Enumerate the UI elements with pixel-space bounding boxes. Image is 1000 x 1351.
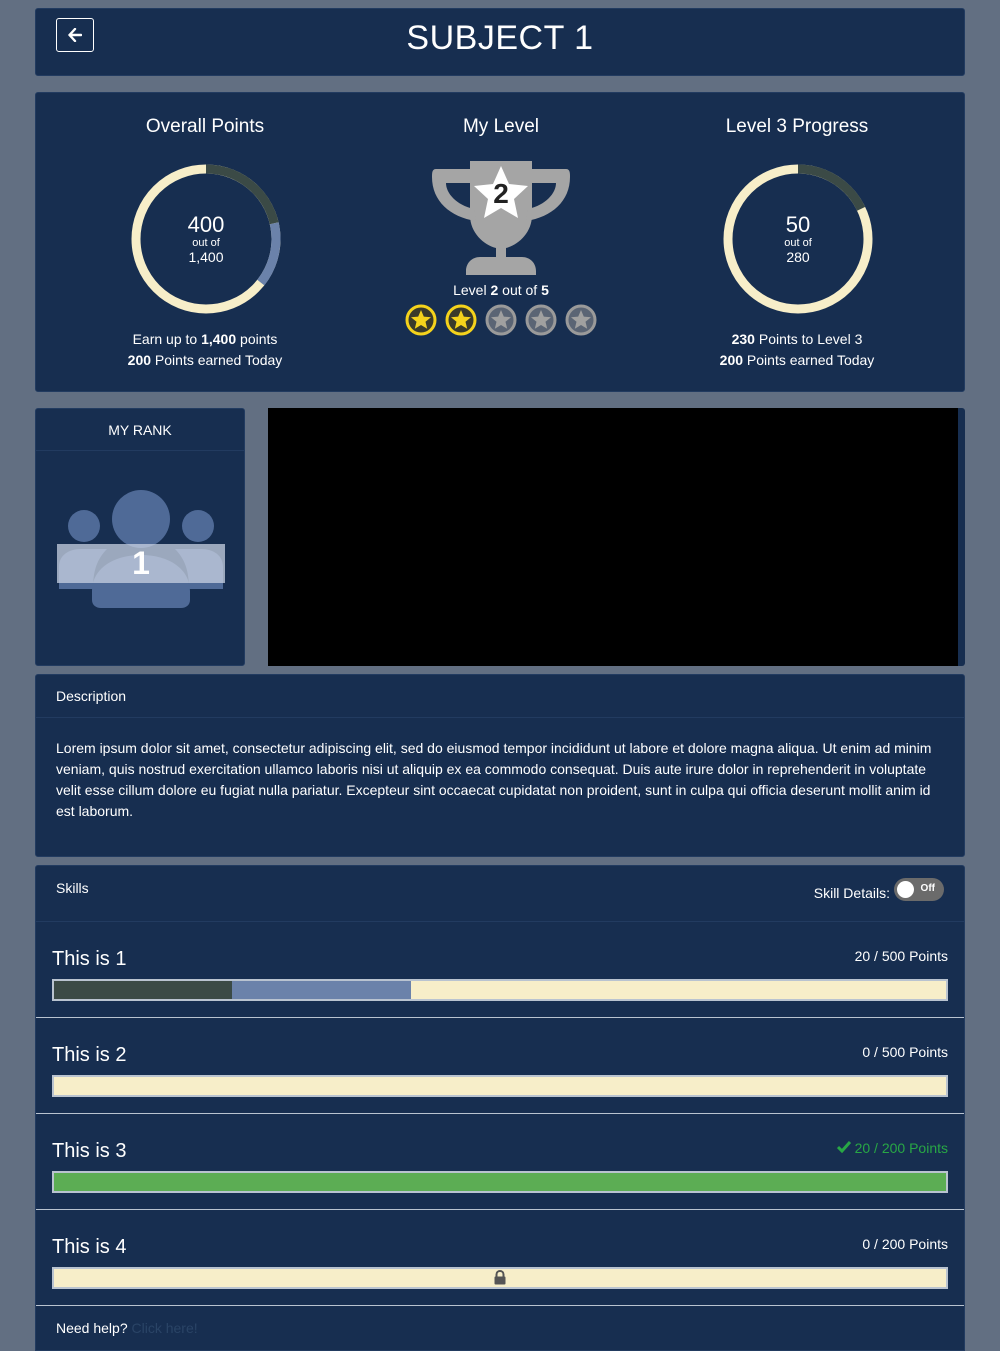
help-link[interactable]: Click here! bbox=[132, 1320, 198, 1336]
overall-today-value: 200 bbox=[127, 352, 152, 368]
rank-value: 1 bbox=[132, 545, 150, 581]
skill-row[interactable]: This is 4 0 / 200 Points bbox=[36, 1210, 964, 1306]
skill-name: This is 1 bbox=[52, 948, 127, 970]
description-panel: Description Lorem ipsum dolor sit amet, … bbox=[35, 674, 965, 857]
skill-progress-fill-today bbox=[232, 981, 411, 999]
progress-today-text: 200 Points earned Today bbox=[642, 352, 952, 368]
skill-row[interactable]: This is 1 20 / 500 Points bbox=[36, 922, 964, 1018]
star-earned-icon bbox=[445, 304, 477, 336]
skill-progress-bar bbox=[52, 1267, 948, 1289]
skill-points: 0 / 500 Points bbox=[862, 1044, 948, 1060]
skill-progress-fill bbox=[54, 1173, 946, 1191]
skill-name: This is 2 bbox=[52, 1044, 127, 1066]
my-level-title: My Level bbox=[462, 116, 540, 137]
stats-panel: Overall Points 400 out of 1,400 Earn up … bbox=[35, 92, 965, 392]
check-icon bbox=[836, 1141, 851, 1154]
skill-name: This is 3 bbox=[52, 1140, 127, 1162]
lock-icon bbox=[494, 1270, 506, 1285]
overall-points-total: 1,400 bbox=[188, 249, 224, 265]
level-prefix: Level bbox=[453, 282, 491, 298]
toggle-state-label: Off bbox=[920, 883, 935, 894]
skill-progress-bar bbox=[52, 1075, 948, 1097]
star-empty-icon bbox=[525, 304, 557, 336]
progress-today-value: 200 bbox=[719, 352, 744, 368]
star-earned-icon bbox=[405, 304, 437, 336]
earn-prefix: Earn up to bbox=[132, 331, 202, 347]
level-progress-total: 280 bbox=[786, 249, 810, 265]
overall-points-ring-text: 400 out of 1,400 bbox=[130, 163, 282, 315]
skill-points-text: 20 / 200 Points bbox=[854, 1140, 948, 1156]
description-body: Lorem ipsum dolor sit amet, consectetur … bbox=[56, 740, 932, 819]
points-to-level-text: 230 Points to Level 3 bbox=[642, 331, 952, 347]
overall-today-text: 200 Points earned Today bbox=[50, 352, 360, 368]
skills-title: Skills bbox=[56, 880, 89, 896]
overall-today-suffix: Points earned Today bbox=[151, 352, 283, 368]
skill-progress-fill-previous bbox=[54, 981, 233, 999]
skill-points-text: 0 / 200 Points bbox=[862, 1236, 948, 1252]
points-to-level-suffix: Points to Level 3 bbox=[754, 331, 863, 347]
skill-points: 20 / 200 Points bbox=[836, 1140, 948, 1156]
level-progress-title: Level 3 Progress bbox=[725, 116, 869, 137]
help-text: Need help? Click here! bbox=[56, 1320, 198, 1336]
overall-points-value: 400 bbox=[187, 212, 225, 237]
level-max: 5 bbox=[541, 282, 549, 298]
star-empty-icon bbox=[485, 304, 517, 336]
my-rank-title: MY RANK bbox=[36, 409, 244, 451]
page-title: SUBJECT 1 bbox=[406, 19, 594, 57]
level-stars bbox=[346, 304, 656, 336]
description-title: Description bbox=[36, 675, 964, 718]
overall-points-title: Overall Points bbox=[145, 116, 265, 137]
level-mid: out of bbox=[498, 282, 542, 298]
overall-points-out-of: out of bbox=[192, 237, 220, 249]
skill-progress-bar bbox=[52, 979, 948, 1001]
overall-points-section: Overall Points 400 out of 1,400 Earn up … bbox=[50, 93, 360, 393]
my-level-section: My Level 2 Level 2 out of 5 bbox=[346, 93, 656, 393]
skill-points-text: 0 / 500 Points bbox=[862, 1044, 948, 1060]
skill-details-toggle[interactable]: Off bbox=[894, 878, 944, 901]
skill-points: 20 / 500 Points bbox=[855, 948, 948, 964]
skills-header: Skills Skill Details: Off bbox=[36, 866, 964, 922]
trophy-icon: 2 bbox=[432, 161, 570, 275]
level-progress-ring-text: 50 out of 280 bbox=[722, 163, 874, 315]
skill-points-text: 20 / 500 Points bbox=[854, 948, 948, 964]
skill-name: This is 4 bbox=[52, 1236, 127, 1258]
points-to-level-value: 230 bbox=[731, 331, 755, 347]
skill-row[interactable]: This is 3 20 / 200 Points bbox=[36, 1114, 964, 1210]
video-player[interactable] bbox=[268, 408, 958, 666]
star-empty-icon bbox=[565, 304, 597, 336]
level-progress-section: Level 3 Progress 50 out of 280 230 Point… bbox=[642, 93, 952, 393]
help-prefix: Need help? bbox=[56, 1320, 132, 1336]
earn-suffix: points bbox=[236, 331, 278, 347]
skill-row[interactable]: This is 2 0 / 500 Points bbox=[36, 1018, 964, 1114]
level-progress-out-of: out of bbox=[784, 237, 812, 249]
earn-up-to-text: Earn up to 1,400 points bbox=[50, 331, 360, 347]
earn-value: 1,400 bbox=[201, 331, 237, 347]
trophy-level-number: 2 bbox=[493, 178, 509, 209]
skill-details-label: Skill Details: bbox=[813, 885, 890, 901]
header-panel: SUBJECT 1 bbox=[35, 8, 965, 76]
level-progress-value: 50 bbox=[785, 212, 811, 237]
skill-progress-bar bbox=[52, 1171, 948, 1193]
skills-panel: Skills Skill Details: Off This is 1 20 / … bbox=[35, 865, 965, 1351]
progress-today-suffix: Points earned Today bbox=[743, 352, 875, 368]
video-panel bbox=[268, 408, 965, 666]
level-text: Level 2 out of 5 bbox=[346, 282, 656, 298]
toggle-knob bbox=[897, 881, 914, 898]
my-rank-panel: MY RANK 1 bbox=[35, 408, 245, 666]
skill-points: 0 / 200 Points bbox=[862, 1236, 948, 1252]
